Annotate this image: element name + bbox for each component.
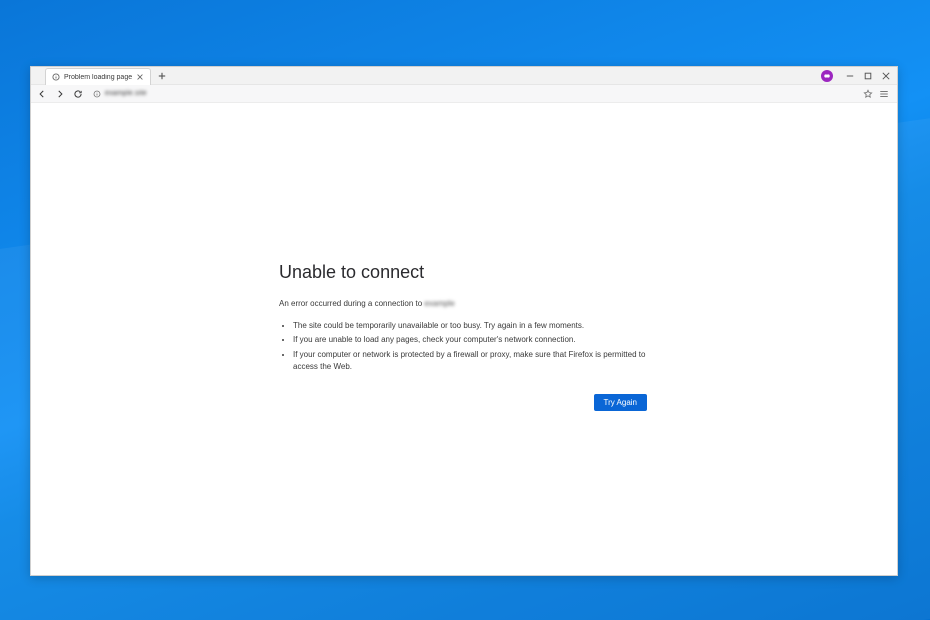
error-list-item: If you are unable to load any pages, che… — [293, 334, 647, 346]
page-content: Unable to connect An error occurred duri… — [31, 103, 897, 575]
titlebar: Problem loading page — [31, 67, 897, 85]
error-list: The site could be temporarily unavailabl… — [293, 320, 647, 374]
window-controls — [821, 67, 897, 84]
try-again-button[interactable]: Try Again — [594, 394, 648, 411]
maximize-button[interactable] — [859, 68, 877, 84]
forward-button[interactable] — [53, 87, 67, 101]
close-tab-icon[interactable] — [136, 73, 144, 81]
error-list-item: If your computer or network is protected… — [293, 349, 647, 374]
error-list-item: The site could be temporarily unavailabl… — [293, 320, 647, 332]
minimize-button[interactable] — [841, 68, 859, 84]
back-button[interactable] — [35, 87, 49, 101]
menu-button[interactable] — [877, 87, 891, 101]
reload-button[interactable] — [71, 87, 85, 101]
tab-title: Problem loading page — [64, 74, 132, 81]
profile-badge-icon[interactable] — [821, 70, 833, 82]
browser-tab[interactable]: Problem loading page — [45, 68, 151, 85]
error-subtitle: An error occurred during a connection to… — [279, 299, 647, 308]
error-subtitle-prefix: An error occurred during a connection to — [279, 299, 424, 308]
bookmark-star-icon[interactable] — [861, 87, 875, 101]
browser-window: Problem loading page — [30, 66, 898, 576]
error-host: example — [424, 299, 454, 308]
site-info-icon[interactable] — [93, 90, 101, 98]
close-window-button[interactable] — [877, 68, 895, 84]
error-title: Unable to connect — [279, 262, 647, 283]
address-bar[interactable]: example.site — [89, 88, 857, 100]
address-text: example.site — [105, 90, 147, 97]
toolbar: example.site — [31, 85, 897, 103]
try-again-wrap: Try Again — [279, 392, 647, 411]
error-page: Unable to connect An error occurred duri… — [279, 262, 647, 411]
info-icon — [52, 73, 60, 81]
new-tab-button[interactable] — [155, 67, 169, 84]
